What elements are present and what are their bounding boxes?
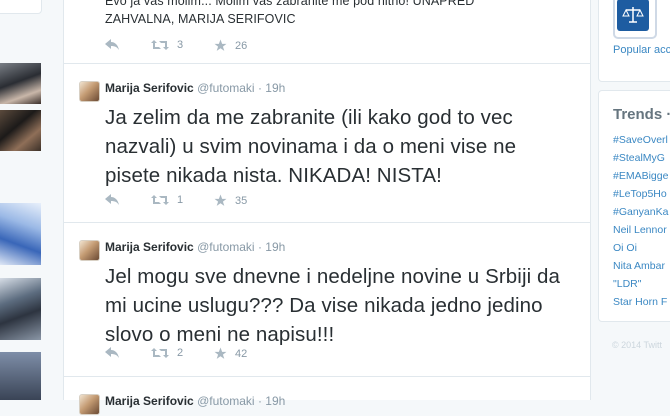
- reply-icon: [105, 39, 119, 50]
- retweet-button[interactable]: 2: [151, 347, 183, 359]
- favorite-count: 42: [235, 347, 248, 360]
- tweet[interactable]: Evo ja vas molim... Molim vas zabranite …: [64, 0, 590, 64]
- retweet-count: 1: [177, 194, 184, 206]
- right-sidebar: Popular acco Trends · #SaveOverl #StealM…: [598, 0, 670, 400]
- tweet[interactable]: Marija Serifovic @futomaki · 19h Jel mog…: [64, 222, 590, 377]
- favorite-button[interactable]: 42: [214, 347, 247, 360]
- photo-thumbnail[interactable]: [0, 278, 41, 340]
- favorite-button[interactable]: 35: [214, 194, 247, 207]
- tweet-header: Marija Serifovic @futomaki · 19h: [105, 240, 285, 254]
- reply-button[interactable]: [105, 347, 120, 359]
- star-icon: [214, 39, 227, 51]
- avatar[interactable]: [79, 394, 100, 415]
- star-icon: [214, 347, 227, 359]
- favorite-count: 26: [235, 39, 248, 52]
- user-name[interactable]: Marija Serifovic: [105, 240, 194, 254]
- popular-accounts-module: Popular acco: [598, 0, 670, 82]
- trends-module: Trends · #SaveOverl #StealMyG #EMABigge …: [598, 90, 670, 322]
- tweet-text-line: ZAHVALNA, MARIJA SERIFOVIC: [105, 12, 296, 26]
- trends-title: Trends ·: [613, 106, 670, 123]
- trend-item[interactable]: #StealMyG: [613, 152, 665, 165]
- user-thumbnail[interactable]: [0, 110, 41, 151]
- trend-item[interactable]: #SaveOverl: [613, 134, 668, 147]
- reply-icon: [105, 194, 119, 205]
- user-handle[interactable]: @futomaki: [197, 81, 255, 95]
- avatar[interactable]: [79, 240, 100, 261]
- user-handle[interactable]: @futomaki: [197, 394, 255, 408]
- separator-dot: ·: [257, 240, 262, 254]
- reply-icon: [105, 347, 119, 358]
- timestamp[interactable]: 19h: [265, 81, 285, 95]
- timeline: Evo ja vas molim... Molim vas zabranite …: [63, 0, 591, 415]
- scales-icon: [617, 0, 649, 31]
- timestamp[interactable]: 19h: [265, 394, 285, 408]
- retweet-icon: [151, 195, 169, 205]
- separator-dot: ·: [257, 81, 262, 95]
- popular-accounts-link[interactable]: Popular acco: [613, 44, 670, 56]
- left-top-button[interactable]: [0, 0, 42, 14]
- avatar[interactable]: [79, 81, 100, 102]
- tweet[interactable]: Marija Serifovic @futomaki · 19h: [64, 376, 590, 416]
- retweet-button[interactable]: 3: [151, 39, 183, 51]
- star-icon: [214, 194, 227, 206]
- photo-thumbnail[interactable]: [0, 203, 41, 265]
- retweet-icon: [151, 348, 169, 358]
- account-avatar[interactable]: [613, 0, 657, 39]
- reply-button[interactable]: [105, 39, 120, 51]
- scales-of-justice-icon: [622, 7, 644, 23]
- favorite-button[interactable]: 26: [214, 39, 247, 52]
- user-name[interactable]: Marija Serifovic: [105, 81, 194, 95]
- footer-copyright: © 2014 Twitt: [612, 340, 662, 350]
- trend-item[interactable]: Star Horn F: [613, 296, 667, 309]
- tweet-text: Ja zelim da me zabranite (ili kako god t…: [105, 106, 517, 187]
- trend-item[interactable]: #EMABigge: [613, 170, 668, 183]
- retweet-count: 3: [177, 39, 184, 51]
- trend-item[interactable]: Oi Oi: [613, 242, 637, 255]
- tweet-header: Marija Serifovic @futomaki · 19h: [105, 81, 285, 95]
- tweet-text: Jel mogu sve dnevne i nedeljne novine u …: [105, 265, 561, 346]
- trend-item[interactable]: "LDR": [613, 278, 641, 291]
- user-thumbnail[interactable]: [0, 63, 41, 104]
- left-column: [0, 0, 46, 400]
- tweet-text-line: Evo ja vas molim... Molim vas zabranite …: [105, 0, 475, 8]
- trend-item[interactable]: Nita Ambar: [613, 260, 665, 273]
- separator-dot: ·: [257, 394, 262, 408]
- user-handle[interactable]: @futomaki: [197, 240, 255, 254]
- tweet[interactable]: Marija Serifovic @futomaki · 19h Ja zeli…: [64, 63, 590, 223]
- trend-item[interactable]: #GanyanKa: [613, 206, 668, 219]
- retweet-count: 2: [177, 347, 184, 359]
- trend-item[interactable]: Neil Lennor: [613, 224, 667, 237]
- photo-thumbnail[interactable]: [0, 352, 41, 400]
- retweet-button[interactable]: 1: [151, 194, 183, 206]
- tweet-header: Marija Serifovic @futomaki · 19h: [105, 394, 285, 408]
- retweet-icon: [151, 40, 169, 50]
- trend-item[interactable]: #LeTop5Ho: [613, 188, 667, 201]
- timestamp[interactable]: 19h: [265, 240, 285, 254]
- user-name[interactable]: Marija Serifovic: [105, 394, 194, 408]
- tweet-text: Evo ja vas molim... Molim vas zabranite …: [105, 0, 575, 28]
- reply-button[interactable]: [105, 194, 120, 206]
- favorite-count: 35: [235, 194, 248, 207]
